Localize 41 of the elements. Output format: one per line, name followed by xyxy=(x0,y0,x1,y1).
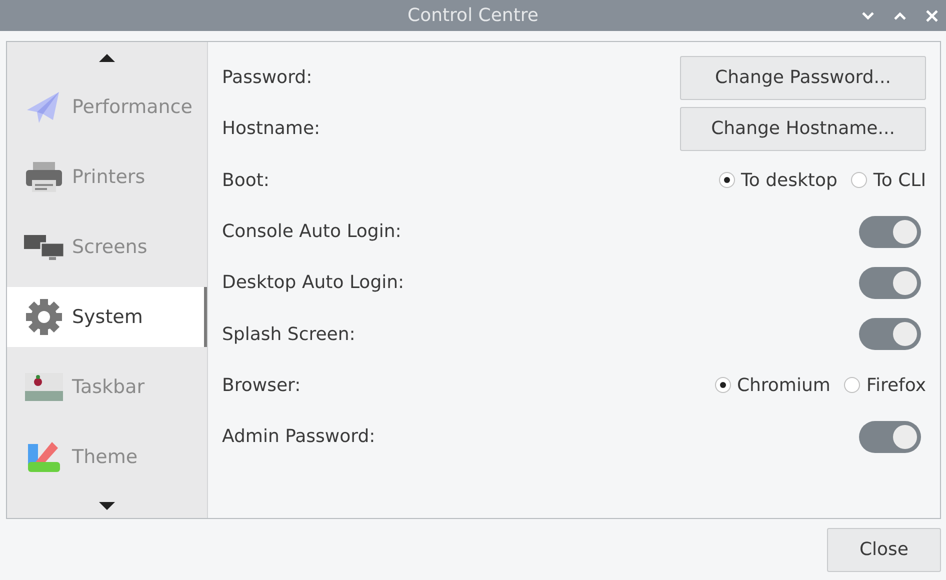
sidebar-item[interactable]: System xyxy=(7,287,207,347)
setting-label: Browser: xyxy=(222,374,301,396)
gear-icon xyxy=(24,298,64,336)
scroll-up-icon[interactable] xyxy=(99,54,115,62)
toggle-switch[interactable] xyxy=(859,266,921,299)
setting-label: Hostname: xyxy=(222,118,320,140)
sidebar-label: Taskbar xyxy=(72,376,145,398)
maximize-icon[interactable] xyxy=(894,12,906,20)
radio-button[interactable] xyxy=(844,377,860,394)
change-button[interactable]: Change Password... xyxy=(680,56,926,100)
sidebar-label: System xyxy=(72,306,143,328)
setting-label: Desktop Auto Login: xyxy=(222,272,404,294)
sidebar-label: Performance xyxy=(72,96,192,118)
radio-button[interactable] xyxy=(851,172,868,188)
monitors-icon xyxy=(24,233,64,261)
radio-option[interactable]: Firefox xyxy=(844,374,926,396)
sidebar-label: Screens xyxy=(72,236,148,258)
sidebar-label: Printers xyxy=(72,166,146,188)
toggle-switch[interactable] xyxy=(859,216,921,248)
sidebar-label: Theme xyxy=(72,446,138,468)
minimize-icon[interactable] xyxy=(862,12,874,20)
toggle-switch[interactable] xyxy=(859,420,921,453)
taskbar-icon xyxy=(24,373,64,401)
radio-button[interactable] xyxy=(718,172,735,188)
setting-label: Splash Screen: xyxy=(222,324,356,345)
close-icon[interactable] xyxy=(926,10,938,22)
setting-label: Admin Password: xyxy=(222,426,376,448)
radio-option[interactable]: To desktop xyxy=(718,170,838,191)
close-button[interactable]: Close xyxy=(827,528,941,572)
change-button[interactable]: Change Hostname... xyxy=(680,106,926,151)
scrollbar[interactable] xyxy=(204,287,207,347)
window-title: Control Centre xyxy=(408,5,538,26)
setting-label: Console Auto Login: xyxy=(222,221,402,242)
scroll-down-icon[interactable] xyxy=(99,502,115,510)
radio-option[interactable]: To CLI xyxy=(851,170,926,191)
setting-label: Password: xyxy=(222,67,312,88)
radio-option[interactable]: Chromium xyxy=(714,374,830,396)
toggle-switch[interactable] xyxy=(859,318,921,350)
setting-label: Boot: xyxy=(222,170,270,191)
radio-button[interactable] xyxy=(714,377,731,394)
printer-icon xyxy=(24,160,64,194)
